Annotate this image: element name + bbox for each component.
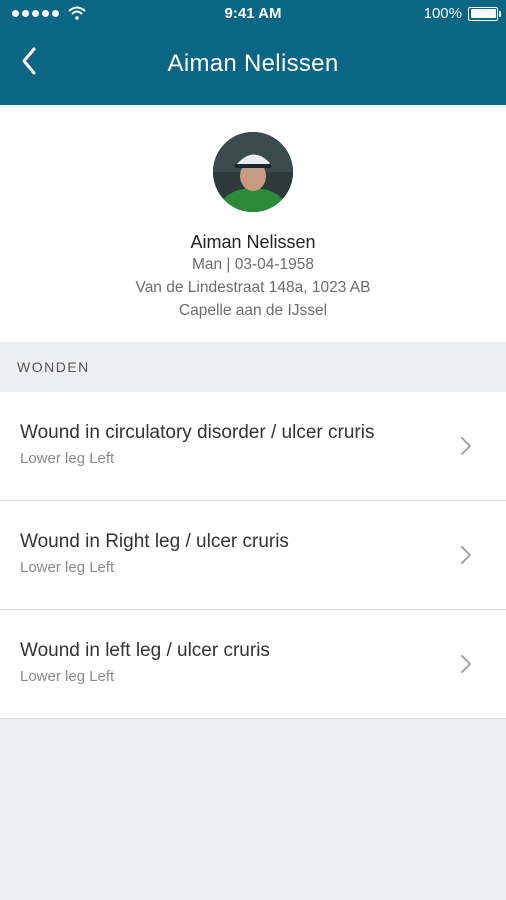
wound-list: Wound in circulatory disorder / ulcer cr… — [0, 392, 506, 719]
page-title: Aiman Nelissen — [167, 50, 339, 77]
status-bar: 9:41 AM 100% — [0, 0, 506, 30]
wound-location: Lower leg Left — [20, 450, 115, 467]
wound-title: Wound in left leg / ulcer cruris — [20, 640, 270, 661]
wound-title: Wound in Right leg / ulcer cruris — [20, 531, 289, 552]
list-item[interactable]: Wound in circulatory disorder / ulcer cr… — [0, 392, 506, 501]
list-item[interactable]: Wound in Right leg / ulcer cruris Lower … — [0, 501, 506, 610]
wound-location: Lower leg Left — [20, 559, 115, 576]
patient-details: Man | 03-04-1958 — [191, 256, 315, 273]
app-header: 9:41 AM 100% Aiman Nelissen — [0, 0, 506, 105]
avatar — [213, 132, 293, 212]
patient-address-line2: Capelle aan de IJssel — [178, 302, 328, 319]
wound-title: Wound in circulatory disorder / ulcer cr… — [20, 422, 375, 443]
list-item[interactable]: Wound in left leg / ulcer cruris Lower l… — [0, 610, 506, 719]
chevron-right-icon — [461, 437, 471, 455]
wound-location: Lower leg Left — [20, 668, 115, 685]
patient-name: Aiman Nelissen — [190, 232, 316, 252]
section-header-wonden: WONDEN — [0, 342, 506, 392]
battery-percentage: 100% — [423, 5, 462, 22]
chevron-right-icon — [461, 546, 471, 564]
battery-icon — [468, 6, 501, 21]
chevron-right-icon — [461, 655, 471, 673]
patient-profile: Aiman Nelissen Man | 03-04-1958 Van de L… — [0, 105, 506, 342]
navigation-bar: Aiman Nelissen — [0, 30, 506, 98]
patient-address-line1: Van de Lindestraat 148a, 1023 AB — [135, 279, 371, 296]
